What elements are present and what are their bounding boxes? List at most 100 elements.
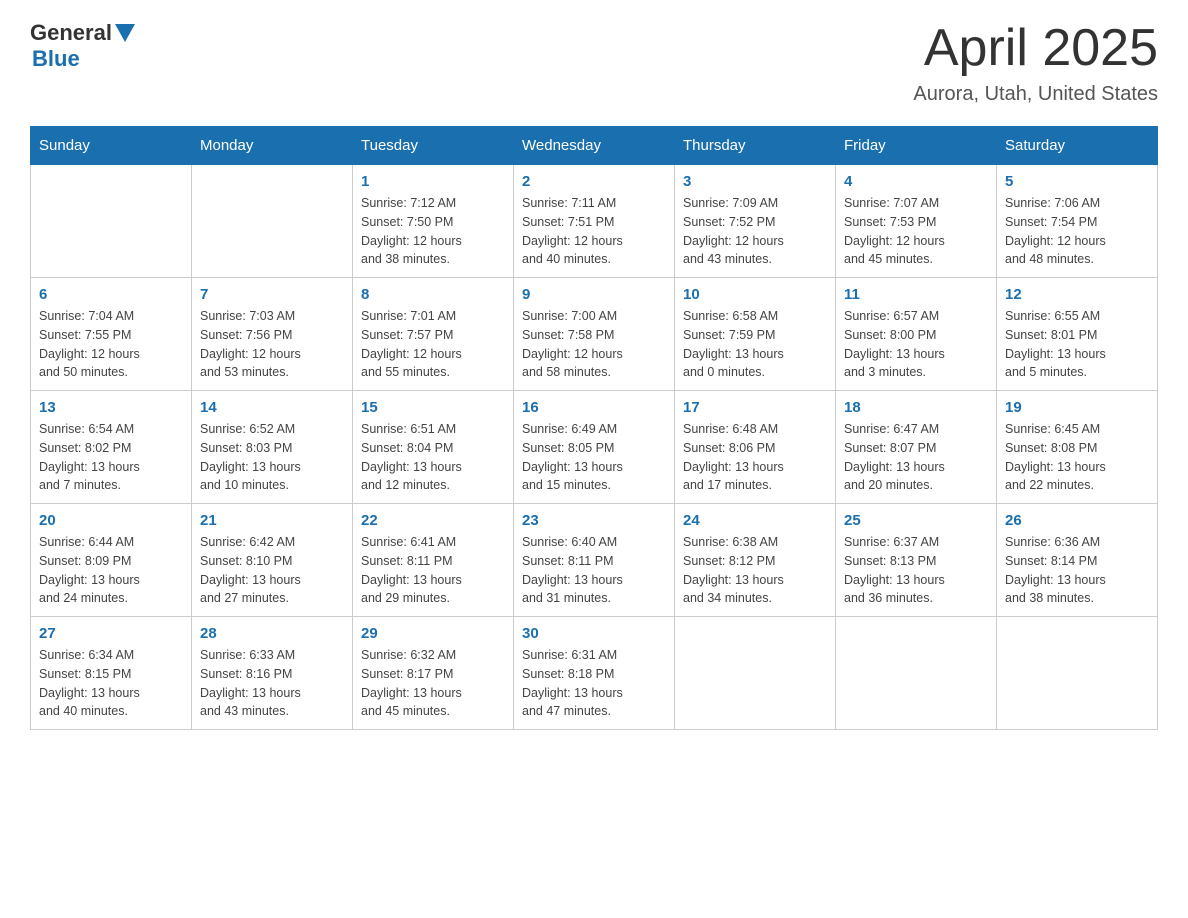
day-number: 8 xyxy=(361,286,505,303)
day-info: Sunrise: 6:38 AM Sunset: 8:12 PM Dayligh… xyxy=(683,533,827,608)
day-info: Sunrise: 6:42 AM Sunset: 8:10 PM Dayligh… xyxy=(200,533,344,608)
day-number: 18 xyxy=(844,399,988,416)
day-number: 9 xyxy=(522,286,666,303)
day-number: 22 xyxy=(361,512,505,529)
day-number: 14 xyxy=(200,399,344,416)
calendar-cell xyxy=(31,165,192,278)
day-info: Sunrise: 6:58 AM Sunset: 7:59 PM Dayligh… xyxy=(683,307,827,382)
day-number: 26 xyxy=(1005,512,1149,529)
calendar-cell: 26 Sunrise: 6:36 AM Sunset: 8:14 PM Dayli… xyxy=(997,504,1158,617)
calendar-cell: 18 Sunrise: 6:47 AM Sunset: 8:07 PM Dayli… xyxy=(836,391,997,504)
day-info: Sunrise: 6:34 AM Sunset: 8:15 PM Dayligh… xyxy=(39,646,183,721)
calendar-cell: 5Sunrise: 7:06 AM Sunset: 7:54 PM Daylig… xyxy=(997,165,1158,278)
day-info: Sunrise: 6:41 AM Sunset: 8:11 PM Dayligh… xyxy=(361,533,505,608)
calendar-cell: 8 Sunrise: 7:01 AM Sunset: 7:57 PM Daylig… xyxy=(353,278,514,391)
calendar-cell xyxy=(192,165,353,278)
weekday-header: Thursday xyxy=(675,127,836,165)
calendar-cell xyxy=(997,617,1158,730)
day-number: 10 xyxy=(683,286,827,303)
day-number: 15 xyxy=(361,399,505,416)
day-info: Sunrise: 6:47 AM Sunset: 8:07 PM Dayligh… xyxy=(844,420,988,495)
month-title: April 2025 xyxy=(913,20,1158,77)
logo-blue-text: Blue xyxy=(32,46,80,71)
calendar-cell: 19 Sunrise: 6:45 AM Sunset: 8:08 PM Dayli… xyxy=(997,391,1158,504)
day-info: Sunrise: 7:04 AM Sunset: 7:55 PM Dayligh… xyxy=(39,307,183,382)
title-block: April 2025 Aurora, Utah, United States xyxy=(913,20,1158,106)
logo-triangle-icon xyxy=(115,24,135,42)
day-number: 16 xyxy=(522,399,666,416)
day-number: 1 xyxy=(361,173,505,190)
day-info: Sunrise: 6:55 AM Sunset: 8:01 PM Dayligh… xyxy=(1005,307,1149,382)
calendar-cell: 20Sunrise: 6:44 AM Sunset: 8:09 PM Dayli… xyxy=(31,504,192,617)
day-number: 17 xyxy=(683,399,827,416)
day-number: 29 xyxy=(361,625,505,642)
calendar-cell: 29 Sunrise: 6:32 AM Sunset: 8:17 PM Dayli… xyxy=(353,617,514,730)
day-number: 24 xyxy=(683,512,827,529)
day-info: Sunrise: 7:12 AM Sunset: 7:50 PM Dayligh… xyxy=(361,194,505,269)
logo: General Blue xyxy=(30,20,135,72)
calendar-cell: 4 Sunrise: 7:07 AM Sunset: 7:53 PM Daylig… xyxy=(836,165,997,278)
calendar-week-row: 6 Sunrise: 7:04 AM Sunset: 7:55 PM Daylig… xyxy=(31,278,1158,391)
calendar-cell: 23Sunrise: 6:40 AM Sunset: 8:11 PM Dayli… xyxy=(514,504,675,617)
day-info: Sunrise: 6:33 AM Sunset: 8:16 PM Dayligh… xyxy=(200,646,344,721)
calendar-week-row: 27 Sunrise: 6:34 AM Sunset: 8:15 PM Dayli… xyxy=(31,617,1158,730)
day-number: 30 xyxy=(522,625,666,642)
day-info: Sunrise: 6:45 AM Sunset: 8:08 PM Dayligh… xyxy=(1005,420,1149,495)
calendar-cell: 22 Sunrise: 6:41 AM Sunset: 8:11 PM Dayli… xyxy=(353,504,514,617)
weekday-header: Monday xyxy=(192,127,353,165)
calendar-cell: 21 Sunrise: 6:42 AM Sunset: 8:10 PM Dayli… xyxy=(192,504,353,617)
day-number: 7 xyxy=(200,286,344,303)
calendar-cell xyxy=(675,617,836,730)
day-number: 12 xyxy=(1005,286,1149,303)
day-info: Sunrise: 6:36 AM Sunset: 8:14 PM Dayligh… xyxy=(1005,533,1149,608)
calendar-table: SundayMondayTuesdayWednesdayThursdayFrid… xyxy=(30,126,1158,730)
day-info: Sunrise: 6:37 AM Sunset: 8:13 PM Dayligh… xyxy=(844,533,988,608)
calendar-cell: 11 Sunrise: 6:57 AM Sunset: 8:00 PM Dayli… xyxy=(836,278,997,391)
day-number: 27 xyxy=(39,625,183,642)
day-number: 3 xyxy=(683,173,827,190)
calendar-cell: 17Sunrise: 6:48 AM Sunset: 8:06 PM Dayli… xyxy=(675,391,836,504)
day-info: Sunrise: 6:52 AM Sunset: 8:03 PM Dayligh… xyxy=(200,420,344,495)
day-number: 2 xyxy=(522,173,666,190)
day-info: Sunrise: 6:51 AM Sunset: 8:04 PM Dayligh… xyxy=(361,420,505,495)
day-number: 25 xyxy=(844,512,988,529)
day-info: Sunrise: 7:00 AM Sunset: 7:58 PM Dayligh… xyxy=(522,307,666,382)
weekday-header: Tuesday xyxy=(353,127,514,165)
calendar-cell: 28 Sunrise: 6:33 AM Sunset: 8:16 PM Dayli… xyxy=(192,617,353,730)
day-info: Sunrise: 7:07 AM Sunset: 7:53 PM Dayligh… xyxy=(844,194,988,269)
day-info: Sunrise: 7:03 AM Sunset: 7:56 PM Dayligh… xyxy=(200,307,344,382)
calendar-cell: 7 Sunrise: 7:03 AM Sunset: 7:56 PM Daylig… xyxy=(192,278,353,391)
calendar-cell: 1 Sunrise: 7:12 AM Sunset: 7:50 PM Daylig… xyxy=(353,165,514,278)
calendar-cell: 24 Sunrise: 6:38 AM Sunset: 8:12 PM Dayli… xyxy=(675,504,836,617)
day-info: Sunrise: 7:09 AM Sunset: 7:52 PM Dayligh… xyxy=(683,194,827,269)
weekday-header: Friday xyxy=(836,127,997,165)
day-info: Sunrise: 6:49 AM Sunset: 8:05 PM Dayligh… xyxy=(522,420,666,495)
day-number: 4 xyxy=(844,173,988,190)
day-number: 11 xyxy=(844,286,988,303)
day-number: 28 xyxy=(200,625,344,642)
day-number: 6 xyxy=(39,286,183,303)
day-info: Sunrise: 7:01 AM Sunset: 7:57 PM Dayligh… xyxy=(361,307,505,382)
calendar-cell: 13Sunrise: 6:54 AM Sunset: 8:02 PM Dayli… xyxy=(31,391,192,504)
calendar-cell: 6 Sunrise: 7:04 AM Sunset: 7:55 PM Daylig… xyxy=(31,278,192,391)
day-info: Sunrise: 7:11 AM Sunset: 7:51 PM Dayligh… xyxy=(522,194,666,269)
day-info: Sunrise: 7:06 AM Sunset: 7:54 PM Dayligh… xyxy=(1005,194,1149,269)
calendar-cell: 10 Sunrise: 6:58 AM Sunset: 7:59 PM Dayli… xyxy=(675,278,836,391)
day-number: 13 xyxy=(39,399,183,416)
calendar-cell: 27 Sunrise: 6:34 AM Sunset: 8:15 PM Dayli… xyxy=(31,617,192,730)
calendar-cell xyxy=(836,617,997,730)
calendar-week-row: 1 Sunrise: 7:12 AM Sunset: 7:50 PM Daylig… xyxy=(31,165,1158,278)
day-number: 21 xyxy=(200,512,344,529)
weekday-header: Sunday xyxy=(31,127,192,165)
calendar-week-row: 13Sunrise: 6:54 AM Sunset: 8:02 PM Dayli… xyxy=(31,391,1158,504)
calendar-cell: 9 Sunrise: 7:00 AM Sunset: 7:58 PM Daylig… xyxy=(514,278,675,391)
day-number: 20 xyxy=(39,512,183,529)
calendar-cell: 3 Sunrise: 7:09 AM Sunset: 7:52 PM Daylig… xyxy=(675,165,836,278)
page-header: General Blue April 2025 Aurora, Utah, Un… xyxy=(30,20,1158,106)
calendar-cell: 12 Sunrise: 6:55 AM Sunset: 8:01 PM Dayli… xyxy=(997,278,1158,391)
day-info: Sunrise: 6:32 AM Sunset: 8:17 PM Dayligh… xyxy=(361,646,505,721)
day-number: 19 xyxy=(1005,399,1149,416)
day-info: Sunrise: 6:57 AM Sunset: 8:00 PM Dayligh… xyxy=(844,307,988,382)
logo-general-text: General xyxy=(30,20,112,46)
weekday-header: Wednesday xyxy=(514,127,675,165)
